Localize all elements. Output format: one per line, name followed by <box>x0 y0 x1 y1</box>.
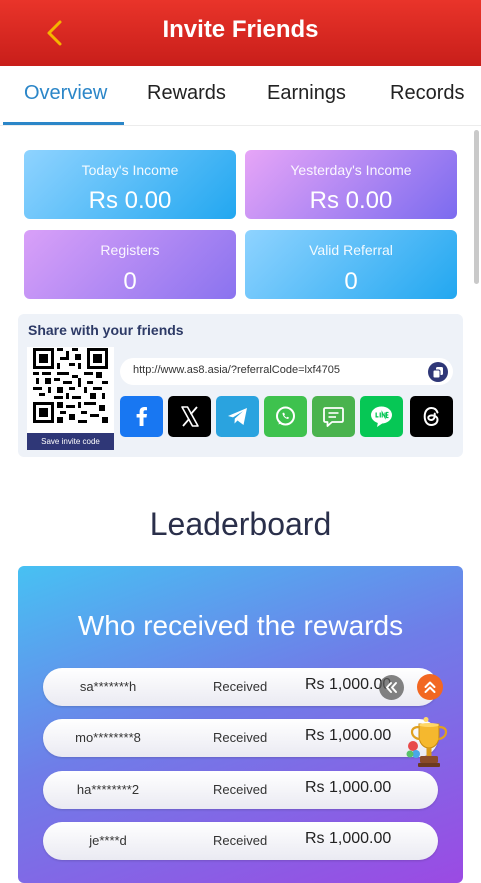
trophy-reward-button[interactable] <box>404 716 454 774</box>
row-name: mo********8 <box>75 730 141 745</box>
stat-value: 0 <box>123 268 137 295</box>
row-status: Received <box>213 730 268 745</box>
chevrons-left-icon <box>386 682 397 693</box>
threads-icon <box>423 406 439 427</box>
row-name: sa*******h <box>79 679 137 694</box>
share-card: Share with your friends Save invite code… <box>18 314 463 457</box>
share-threads-button[interactable] <box>410 396 453 437</box>
stat-todays-income: Today's Income Rs 0.00 <box>24 150 236 219</box>
row-name: je****d <box>89 833 127 848</box>
referral-link-field[interactable]: http://www.as8.asia/?referralCode=lxf470… <box>120 358 453 385</box>
page-title: Invite Friends <box>162 16 319 43</box>
row-amount: Rs 1,000.00 <box>305 727 392 744</box>
stat-value: Rs 0.00 <box>309 187 393 214</box>
row-status: Received <box>213 679 268 694</box>
stat-valid-referral: Valid Referral 0 <box>245 230 457 299</box>
stat-label: Registers <box>100 242 160 258</box>
share-title: Share with your friends <box>28 322 184 338</box>
stat-registers: Registers 0 <box>24 230 236 299</box>
copy-icon <box>432 367 443 379</box>
copy-button[interactable] <box>428 362 448 382</box>
tab-overview[interactable]: Overview <box>24 82 107 105</box>
telegram-icon <box>228 408 247 425</box>
row-status: Received <box>213 782 268 797</box>
share-telegram-button[interactable] <box>216 396 259 437</box>
row-status: Received <box>213 833 268 848</box>
stat-value: Rs 0.00 <box>88 187 172 214</box>
stat-label: Valid Referral <box>309 242 393 258</box>
tab-records[interactable]: Records <box>390 82 464 105</box>
leaderboard-row: je****d Received Rs 1,000.00 <box>43 822 438 860</box>
chevrons-up-icon <box>424 681 436 693</box>
leaderboard-row: ha********2 Received Rs 1,000.00 <box>43 771 438 809</box>
leaderboard-row: mo********8 Received Rs 1,000.00 <box>43 719 438 757</box>
referral-link-text: http://www.as8.asia/?referralCode=lxf470… <box>133 364 340 376</box>
app-header: Invite Friends <box>0 0 481 66</box>
row-amount: Rs 1,000.00 <box>305 830 392 847</box>
stat-label: Yesterday's Income <box>290 162 412 178</box>
trophy-icon <box>406 717 448 767</box>
share-line-button[interactable] <box>360 396 403 437</box>
active-tab-indicator <box>3 122 124 125</box>
leaderboard-title: Leaderboard <box>149 506 332 542</box>
tab-rewards[interactable]: Rewards <box>147 82 226 105</box>
share-x-button[interactable] <box>168 396 211 437</box>
qr-code-icon <box>33 348 108 423</box>
share-whatsapp-button[interactable] <box>264 396 307 437</box>
scrollbar[interactable] <box>474 130 479 284</box>
row-name: ha********2 <box>76 782 140 797</box>
save-invite-code-button[interactable]: Save invite code <box>27 433 114 450</box>
rewards-card: Who received the rewards sa*******h Rece… <box>18 566 463 883</box>
qr-code: Save invite code <box>27 347 114 450</box>
stat-value: 0 <box>344 268 358 295</box>
rewards-card-title: Who received the rewards <box>77 610 404 641</box>
scroll-to-top-button[interactable] <box>417 674 443 700</box>
whatsapp-icon <box>276 406 295 426</box>
facebook-icon <box>136 407 147 426</box>
row-amount: Rs 1,000.00 <box>305 779 392 796</box>
share-sms-button[interactable] <box>312 396 355 437</box>
tab-bar: Overview Rewards Earnings Records <box>0 66 481 126</box>
float-close-button[interactable] <box>379 675 404 700</box>
x-icon <box>181 406 199 427</box>
line-icon <box>371 406 392 427</box>
stat-yesterdays-income: Yesterday's Income Rs 0.00 <box>245 150 457 219</box>
sms-icon <box>323 407 344 427</box>
share-facebook-button[interactable] <box>120 396 163 437</box>
tab-earnings[interactable]: Earnings <box>267 82 346 105</box>
stat-label: Today's Income <box>81 162 179 178</box>
